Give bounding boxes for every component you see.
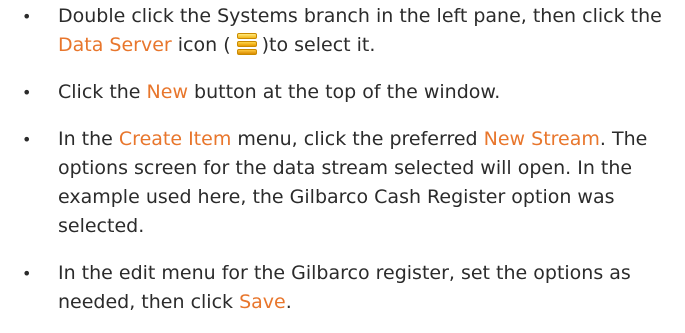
bullet-marker: • — [22, 264, 32, 283]
bullet-marker: • — [22, 7, 32, 26]
data-server-link[interactable]: Data Server — [58, 34, 172, 56]
step-3-text: In the — [58, 128, 119, 150]
step-3: • In the Create Item menu, click the pref… — [0, 125, 685, 241]
step-3-text-2: menu, click the preferred — [231, 128, 484, 150]
data-server-icon — [236, 33, 257, 55]
new-button-link[interactable]: New — [147, 81, 188, 103]
create-item-link[interactable]: Create Item — [119, 128, 231, 150]
step-4-text: In the edit menu for the Gilbarco regist… — [58, 262, 631, 313]
new-stream-link[interactable]: New Stream — [484, 128, 600, 150]
step-2-text: Click the — [58, 81, 147, 103]
step-1: • Double click the Systems branch in the … — [0, 2, 685, 60]
step-2-text-2: button at the top of the window. — [188, 81, 501, 103]
step-4-text-2: . — [285, 291, 292, 313]
step-2: • Click the New button at the top of the … — [0, 78, 685, 107]
bullet-marker: • — [22, 130, 32, 149]
step-4: • In the edit menu for the Gilbarco regis… — [0, 259, 685, 317]
bullet-marker: • — [22, 83, 32, 102]
step-1-text-2: icon ( — [171, 34, 231, 56]
step-1-text-3: )to select it. — [261, 34, 376, 56]
step-1-text: Double click the Systems branch in the l… — [58, 5, 662, 27]
save-link[interactable]: Save — [239, 291, 286, 313]
instruction-list: • Double click the Systems branch in the … — [0, 0, 685, 317]
